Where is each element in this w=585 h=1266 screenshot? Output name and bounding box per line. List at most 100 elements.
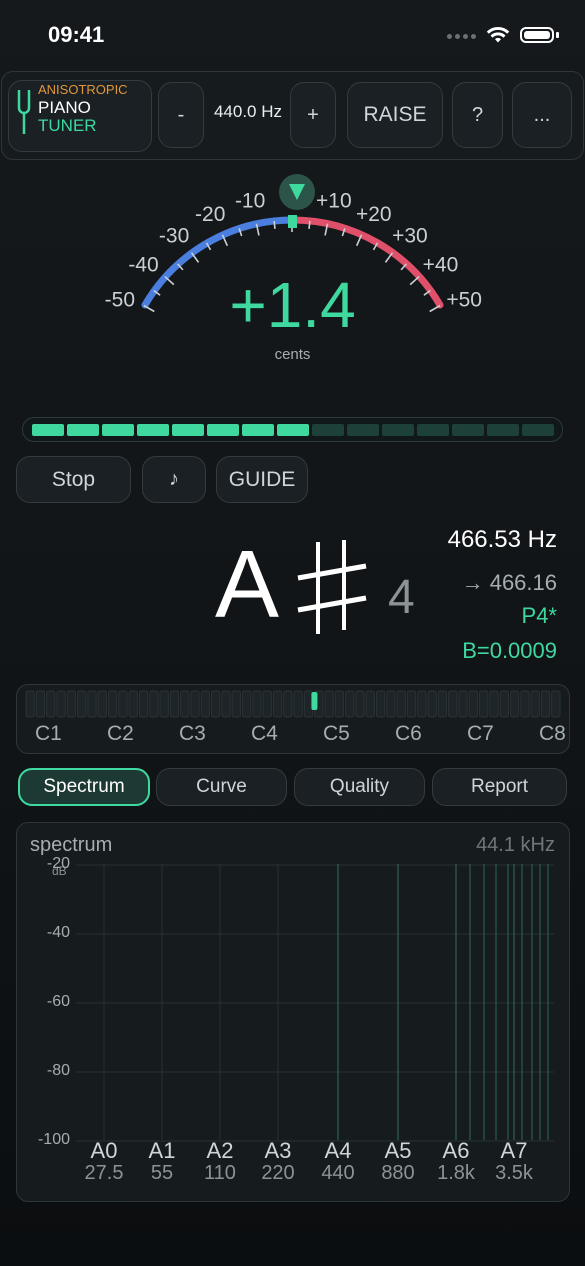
piano-key[interactable] bbox=[190, 690, 200, 718]
piano-key[interactable] bbox=[56, 690, 66, 718]
guide-button[interactable]: GUIDE bbox=[216, 456, 308, 503]
level-segment bbox=[277, 424, 309, 436]
battery-icon bbox=[520, 27, 554, 43]
stop-button[interactable]: Stop bbox=[16, 456, 131, 503]
piano-key[interactable] bbox=[35, 690, 46, 718]
sharp-icon bbox=[297, 540, 367, 634]
level-segment bbox=[242, 424, 274, 436]
piano-key[interactable] bbox=[345, 690, 355, 718]
piano-key[interactable] bbox=[180, 690, 190, 718]
piano-key[interactable] bbox=[303, 690, 314, 718]
piano-key[interactable] bbox=[365, 690, 375, 718]
level-segment bbox=[207, 424, 239, 436]
piano-key[interactable] bbox=[437, 690, 448, 718]
piano-key[interactable] bbox=[138, 690, 149, 718]
music-note-button[interactable]: ♪ bbox=[142, 456, 206, 503]
piano-key[interactable] bbox=[221, 690, 231, 718]
piano-key[interactable] bbox=[509, 690, 520, 718]
level-segment bbox=[382, 424, 414, 436]
note-octave: 4 bbox=[388, 571, 415, 624]
piano-key[interactable] bbox=[169, 690, 180, 718]
piano-key[interactable] bbox=[66, 690, 77, 718]
level-segment bbox=[32, 424, 64, 436]
pitch-increase-button[interactable]: + bbox=[290, 82, 336, 148]
piano-key[interactable] bbox=[200, 690, 211, 718]
brand-line-1: ANISOTROPIC bbox=[38, 82, 128, 97]
raise-button[interactable]: RAISE bbox=[347, 82, 443, 148]
piano-key[interactable] bbox=[252, 690, 262, 718]
piano-key[interactable] bbox=[479, 690, 489, 718]
piano-key[interactable] bbox=[448, 690, 458, 718]
piano-key[interactable] bbox=[211, 690, 221, 718]
piano-key[interactable] bbox=[128, 690, 138, 718]
target-frequency: → 466.16 bbox=[461, 570, 557, 595]
piano-key[interactable] bbox=[283, 690, 293, 718]
level-segment bbox=[312, 424, 344, 436]
piano-key[interactable] bbox=[293, 690, 303, 718]
piano-key[interactable] bbox=[46, 690, 56, 718]
x-freq-label: 220 bbox=[261, 1162, 295, 1184]
y-tick-label: -40 bbox=[46, 924, 70, 941]
piano-key[interactable] bbox=[489, 690, 499, 718]
piano-key[interactable] bbox=[262, 690, 272, 718]
help-button[interactable]: ? bbox=[452, 82, 503, 148]
detected-frequency: 466.53 Hz bbox=[447, 526, 557, 553]
piano-key[interactable] bbox=[458, 690, 468, 718]
piano-key[interactable] bbox=[355, 690, 365, 718]
piano-key[interactable] bbox=[530, 690, 540, 718]
spectrum-plot bbox=[76, 864, 554, 1142]
piano-key[interactable] bbox=[551, 690, 561, 718]
x-freq-label: 880 bbox=[381, 1162, 415, 1184]
piano-key[interactable] bbox=[77, 690, 87, 718]
piano-key[interactable] bbox=[97, 690, 107, 718]
meter-scale-label: +20 bbox=[356, 203, 392, 226]
level-segment bbox=[452, 424, 484, 436]
x-note-label: A2 bbox=[206, 1138, 234, 1163]
x-freq-label: 110 bbox=[204, 1162, 236, 1184]
piano-key[interactable] bbox=[25, 690, 35, 718]
piano-key[interactable] bbox=[499, 690, 509, 718]
piano-key[interactable] bbox=[324, 690, 334, 718]
piano-key[interactable] bbox=[417, 690, 427, 718]
level-segment bbox=[137, 424, 169, 436]
more-button[interactable]: ... bbox=[512, 82, 572, 148]
piano-key[interactable] bbox=[427, 690, 437, 718]
piano-key[interactable] bbox=[520, 690, 530, 718]
y-tick-label: -100 bbox=[37, 1131, 70, 1148]
piano-key[interactable] bbox=[149, 690, 159, 718]
piano-key[interactable] bbox=[87, 690, 97, 718]
level-segment bbox=[487, 424, 519, 436]
octave-label: C8 bbox=[539, 722, 566, 745]
x-note-label: A1 bbox=[148, 1138, 176, 1163]
piano-key[interactable] bbox=[231, 690, 241, 718]
signal-icon bbox=[444, 26, 476, 44]
tab-curve[interactable]: Curve bbox=[156, 768, 287, 806]
level-meter bbox=[22, 417, 563, 442]
piano-key[interactable] bbox=[107, 690, 118, 718]
meter-scale-label: +10 bbox=[316, 190, 352, 213]
tab-report[interactable]: Report bbox=[432, 768, 567, 806]
piano-key[interactable] bbox=[396, 690, 406, 718]
piano-key[interactable] bbox=[159, 690, 169, 718]
piano-key[interactable] bbox=[468, 690, 479, 718]
y-tick-label: -20 bbox=[46, 855, 70, 872]
octave-label: C4 bbox=[251, 722, 278, 745]
tab-quality[interactable]: Quality bbox=[294, 768, 425, 806]
tab-spectrum[interactable]: Spectrum bbox=[18, 768, 150, 806]
piano-key[interactable] bbox=[406, 690, 417, 718]
piano-key[interactable] bbox=[375, 690, 386, 718]
x-freq-label: 3.5k bbox=[495, 1162, 533, 1184]
x-tick-label: A1 55 bbox=[132, 1138, 192, 1185]
pitch-decrease-button[interactable]: - bbox=[158, 82, 204, 148]
inharmonicity-value: B=0.0009 bbox=[462, 638, 557, 663]
octave-label: C3 bbox=[179, 722, 206, 745]
cents-position-marker bbox=[288, 215, 297, 228]
piano-key[interactable] bbox=[334, 690, 345, 718]
app-header: ANISOTROPIC PIANO TUNER - 440.0 Hz + RAI… bbox=[1, 71, 584, 160]
piano-key[interactable] bbox=[386, 690, 396, 718]
piano-key[interactable] bbox=[118, 690, 128, 718]
piano-key[interactable] bbox=[540, 690, 551, 718]
x-freq-label: 55 bbox=[150, 1162, 174, 1184]
piano-key[interactable] bbox=[272, 690, 283, 718]
piano-key[interactable] bbox=[241, 690, 252, 718]
